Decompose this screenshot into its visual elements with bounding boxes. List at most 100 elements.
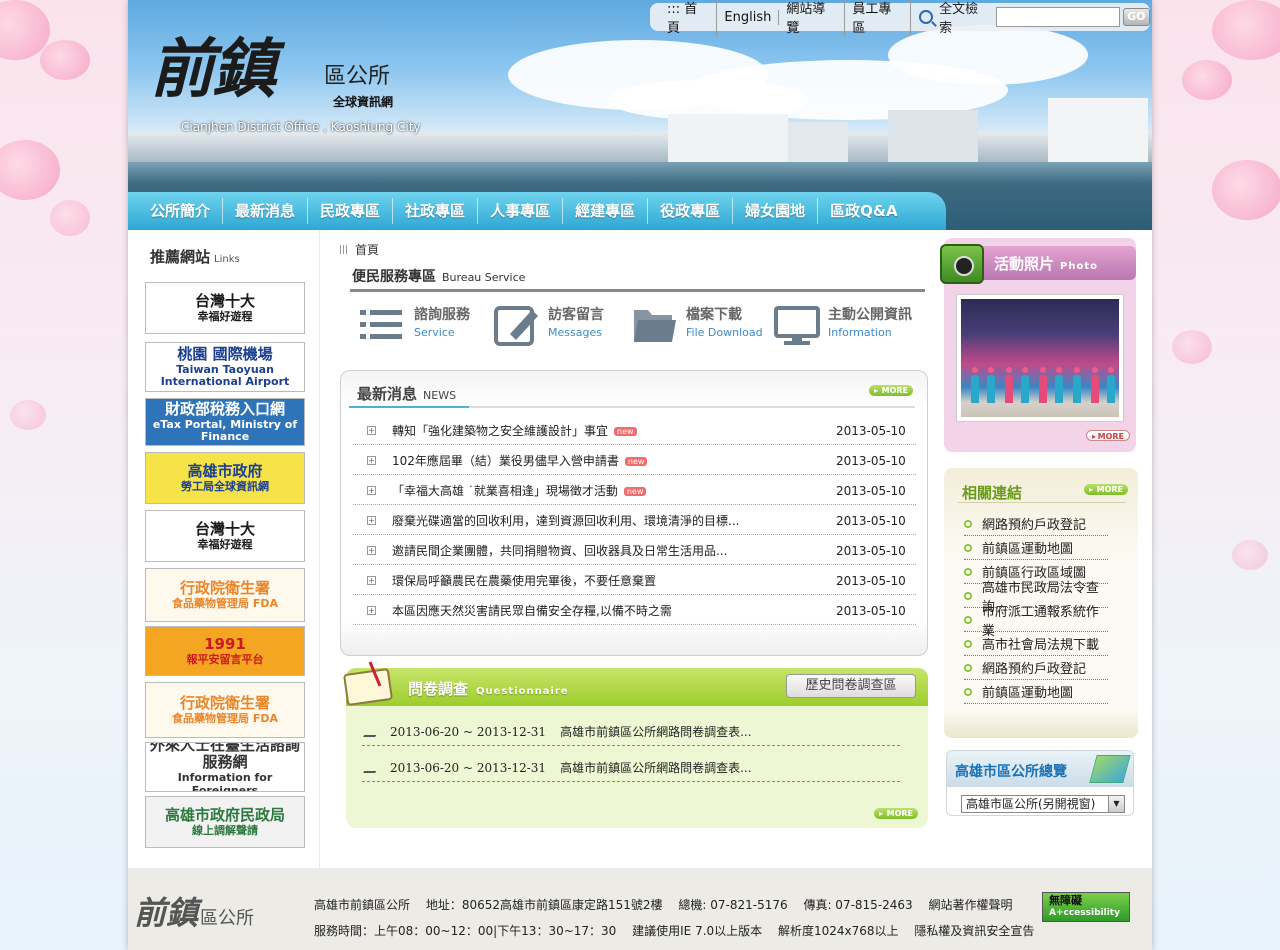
news-item-text[interactable]: 廢棄光碟適當的回收利用，達到資源回收利用、環境清淨的目標... [392,512,836,529]
news-item[interactable]: + 廢棄光碟適當的回收利用，達到資源回收利用、環境清淨的目標... 2013-05-… [353,507,916,535]
nav-item-civil[interactable]: 民政專區 [308,198,394,224]
service-information[interactable]: 主動公開資訊 Information [774,304,912,346]
news-item-title[interactable]: 轉知「強化建築物之安全維護設計」事宜 [392,424,608,438]
related-link-label[interactable]: 高市社會局法規下載 [982,634,1099,653]
link-banner[interactable]: 外來人士在臺生活諮詢服務網 Information for Foreigners [145,742,305,792]
chevron-down-icon[interactable]: ▼ [1108,796,1124,812]
topbar-link-home[interactable]: ::: 首頁 [660,0,718,36]
breadcrumb-home[interactable]: 首頁 [355,243,379,257]
survey-item[interactable]: 2013-06-20 ~ 2013-12-31 高雄市前鎮區公所網路問卷調查表..… [362,718,900,746]
service-download[interactable]: 檔案下載 File Download [632,304,763,346]
banner-line2: 幸福好遊程 [197,310,253,324]
banner-line2: 報平安留言平台 [186,653,264,667]
photo-frame[interactable] [956,294,1124,422]
accessibility-sub: A+ccessibility [1049,908,1120,918]
news-item-date: 2013-05-10 [836,573,906,588]
footer-copyright-link[interactable]: 網站著作權聲明 [929,898,1013,912]
related-link-label[interactable]: 前鎮區運動地圖 [982,538,1073,557]
pen-icon [363,726,381,737]
link-banner[interactable]: 1991 報平安留言平台 [145,626,305,676]
survey-more-button[interactable]: MORE [874,808,918,819]
link-banner[interactable]: 行政院衛生署 食品藥物管理局 FDA [145,568,305,622]
nav-item-social[interactable]: 社政專區 [393,198,479,224]
district-panel: 高雄市區公所總覽 高雄市區公所(另開視窗) ▼ [946,750,1134,816]
news-item-text[interactable]: 邀請民間企業團體，共同捐贈物資、回收器具及日常生活用品... [392,542,836,559]
related-link[interactable]: 高市社會局法規下載 [964,632,1108,656]
link-banner[interactable]: 台灣十大 幸福好遊程 [145,282,305,334]
related-link[interactable]: 網路預約戶政登記 [964,656,1108,680]
survey-item[interactable]: 2013-06-20 ~ 2013-12-31 高雄市前鎮區公所網路問卷調查表..… [362,754,900,782]
news-item[interactable]: + 轉知「強化建築物之安全維護設計」事宜 new 2013-05-10 [353,417,916,445]
accessibility-badge[interactable]: 無障礙 A+ccessibility [1042,892,1130,922]
news-item[interactable]: + 環保局呼籲農民在農藥使用完畢後，不要任意棄置 2013-05-10 [353,567,916,595]
footer-privacy-link[interactable]: 隱私權及資訊安全宣告 [914,924,1034,938]
topbar-link-sitemap[interactable]: 網站導覽 [779,0,846,36]
topbar-link-english[interactable]: English [717,9,780,25]
related-link-label[interactable]: 前鎮區運動地圖 [982,682,1073,701]
footer-logo-main: 前鎮 [134,894,199,932]
news-title: 最新消息 NEWS [357,383,456,404]
link-banner[interactable]: 財政部稅務入口網 eTax Portal, Ministry of Finance [145,398,305,446]
logo-main[interactable]: 前鎮 [150,18,276,110]
related-link[interactable]: 前鎮區運動地圖 [964,536,1108,560]
related-link[interactable]: 前鎮區運動地圖 [964,680,1108,704]
bullet-icon [964,591,972,600]
link-banner[interactable]: 台灣十大 幸福好遊程 [145,510,305,562]
links-title: 推薦網站 Links [150,246,240,267]
nav-item-qa[interactable]: 區政Q&A [818,198,909,224]
breadcrumb: 首頁 [340,241,379,258]
bullet-icon [964,687,972,696]
bullet-icon [964,567,972,576]
news-item[interactable]: +102年應屆畢（結）業役男儘早入營申請書 new 2013-05-10 [353,447,916,475]
search-input[interactable] [996,7,1120,27]
district-select[interactable]: 高雄市區公所(另開視窗) ▼ [961,795,1125,813]
link-banner[interactable]: 高雄市政府 勞工局全球資訊網 [145,452,305,504]
link-banner[interactable]: 高雄市政府民政局 線上調解聲請 [145,796,305,848]
news-item-text[interactable]: 轉知「強化建築物之安全維護設計」事宜 new [392,422,836,439]
related-link-label[interactable]: 網路預約戶政登記 [982,658,1086,677]
link-banner[interactable]: 桃園 國際機場 Taiwan Taoyuan International Airp… [145,342,305,392]
news-item-title[interactable]: 邀請民間企業團體，共同捐贈物資、回收器具及日常生活用品... [392,544,727,558]
link-banner[interactable]: 行政院衛生署 食品藥物管理局 FDA [145,682,305,738]
nav-item-construction[interactable]: 經建專區 [563,198,649,224]
news-item-title[interactable]: 廢棄光碟適當的回收利用，達到資源回收利用、環境清淨的目標... [392,514,739,528]
news-more-button[interactable]: MORE [869,385,913,396]
nav-item-military[interactable]: 役政專區 [648,198,734,224]
topbar-link-staff[interactable]: 員工專區 [845,0,912,36]
nav-item-news[interactable]: 最新消息 [223,198,309,224]
related-link[interactable]: 市府派工通報系統作業 [964,605,1108,639]
survey-title: 問卷調查 Questionnaire [408,678,569,699]
related-more-button[interactable]: MORE [1084,484,1128,495]
news-item[interactable]: + 邀請民間企業團體，共同捐贈物資、回收器具及日常生活用品... 2013-05-1… [353,537,916,565]
banner-line1: 台灣十大 [194,291,255,310]
news-item[interactable]: + 本區因應天然災害請民眾自備安全存糧,以備不時之需 2013-05-10 [353,597,916,625]
related-link-label[interactable]: 網路預約戶政登記 [982,514,1086,533]
survey-item-title[interactable]: 高雄市前鎮區公所網路問卷調查表... [560,759,751,776]
search-go-button[interactable]: GO [1122,8,1151,26]
photo-more-button[interactable]: MORE [1086,430,1130,442]
news-item-title[interactable]: 本區因應天然災害請民眾自備安全存糧,以備不時之需 [392,604,672,618]
news-item-text[interactable]: 102年應屆畢（結）業役男儘早入營申請書 new [392,452,836,469]
event-photo[interactable] [961,299,1119,417]
district-title: 高雄市區公所總覽 [955,764,1067,780]
news-item-text[interactable]: 本區因應天然災害請民眾自備安全存糧,以備不時之需 [392,602,836,619]
service-inquiry[interactable]: 諮詢服務 Service [360,304,470,346]
nav-item-women[interactable]: 婦女園地 [733,198,819,224]
related-link[interactable]: 網路預約戶政登記 [964,512,1108,536]
news-item[interactable]: + 「幸福大高雄 ˙就業喜相逢」現場徵才活動 new 2013-05-10 [353,477,916,505]
logo-subtitle: 全球資訊網 [333,95,394,109]
news-item-text[interactable]: 環保局呼籲農民在農藥使用完畢後，不要任意棄置 [392,572,836,589]
survey-history-button[interactable]: 歷史問卷調查區 [786,674,916,698]
news-item-text[interactable]: 「幸福大高雄 ˙就業喜相逢」現場徵才活動 new [392,482,836,499]
services-title-en: Bureau Service [442,271,526,284]
news-item-title[interactable]: 102年應屆畢（結）業役男儘早入營申請書 [392,454,619,468]
survey-item-title[interactable]: 高雄市前鎮區公所網路問卷調查表... [560,723,751,740]
news-title-en: NEWS [423,389,457,402]
nav-item-about[interactable]: 公所簡介 [138,198,224,224]
news-item-title[interactable]: 環保局呼籲農民在農藥使用完畢後，不要任意棄置 [392,574,656,588]
service-messages[interactable]: 訪客留言 Messages [494,304,604,346]
footer-hours: 服務時間：上午08：00~12：00|下午13：30~17：30 [314,924,617,938]
news-item-title[interactable]: 「幸福大高雄 ˙就業喜相逢」現場徵才活動 [392,484,618,498]
nav-item-personnel[interactable]: 人事專區 [478,198,564,224]
links-sidebar: 推薦網站 Links 台灣十大 幸福好遊程 桃園 國際機場 Taiwan Taoyuan… [128,230,320,868]
